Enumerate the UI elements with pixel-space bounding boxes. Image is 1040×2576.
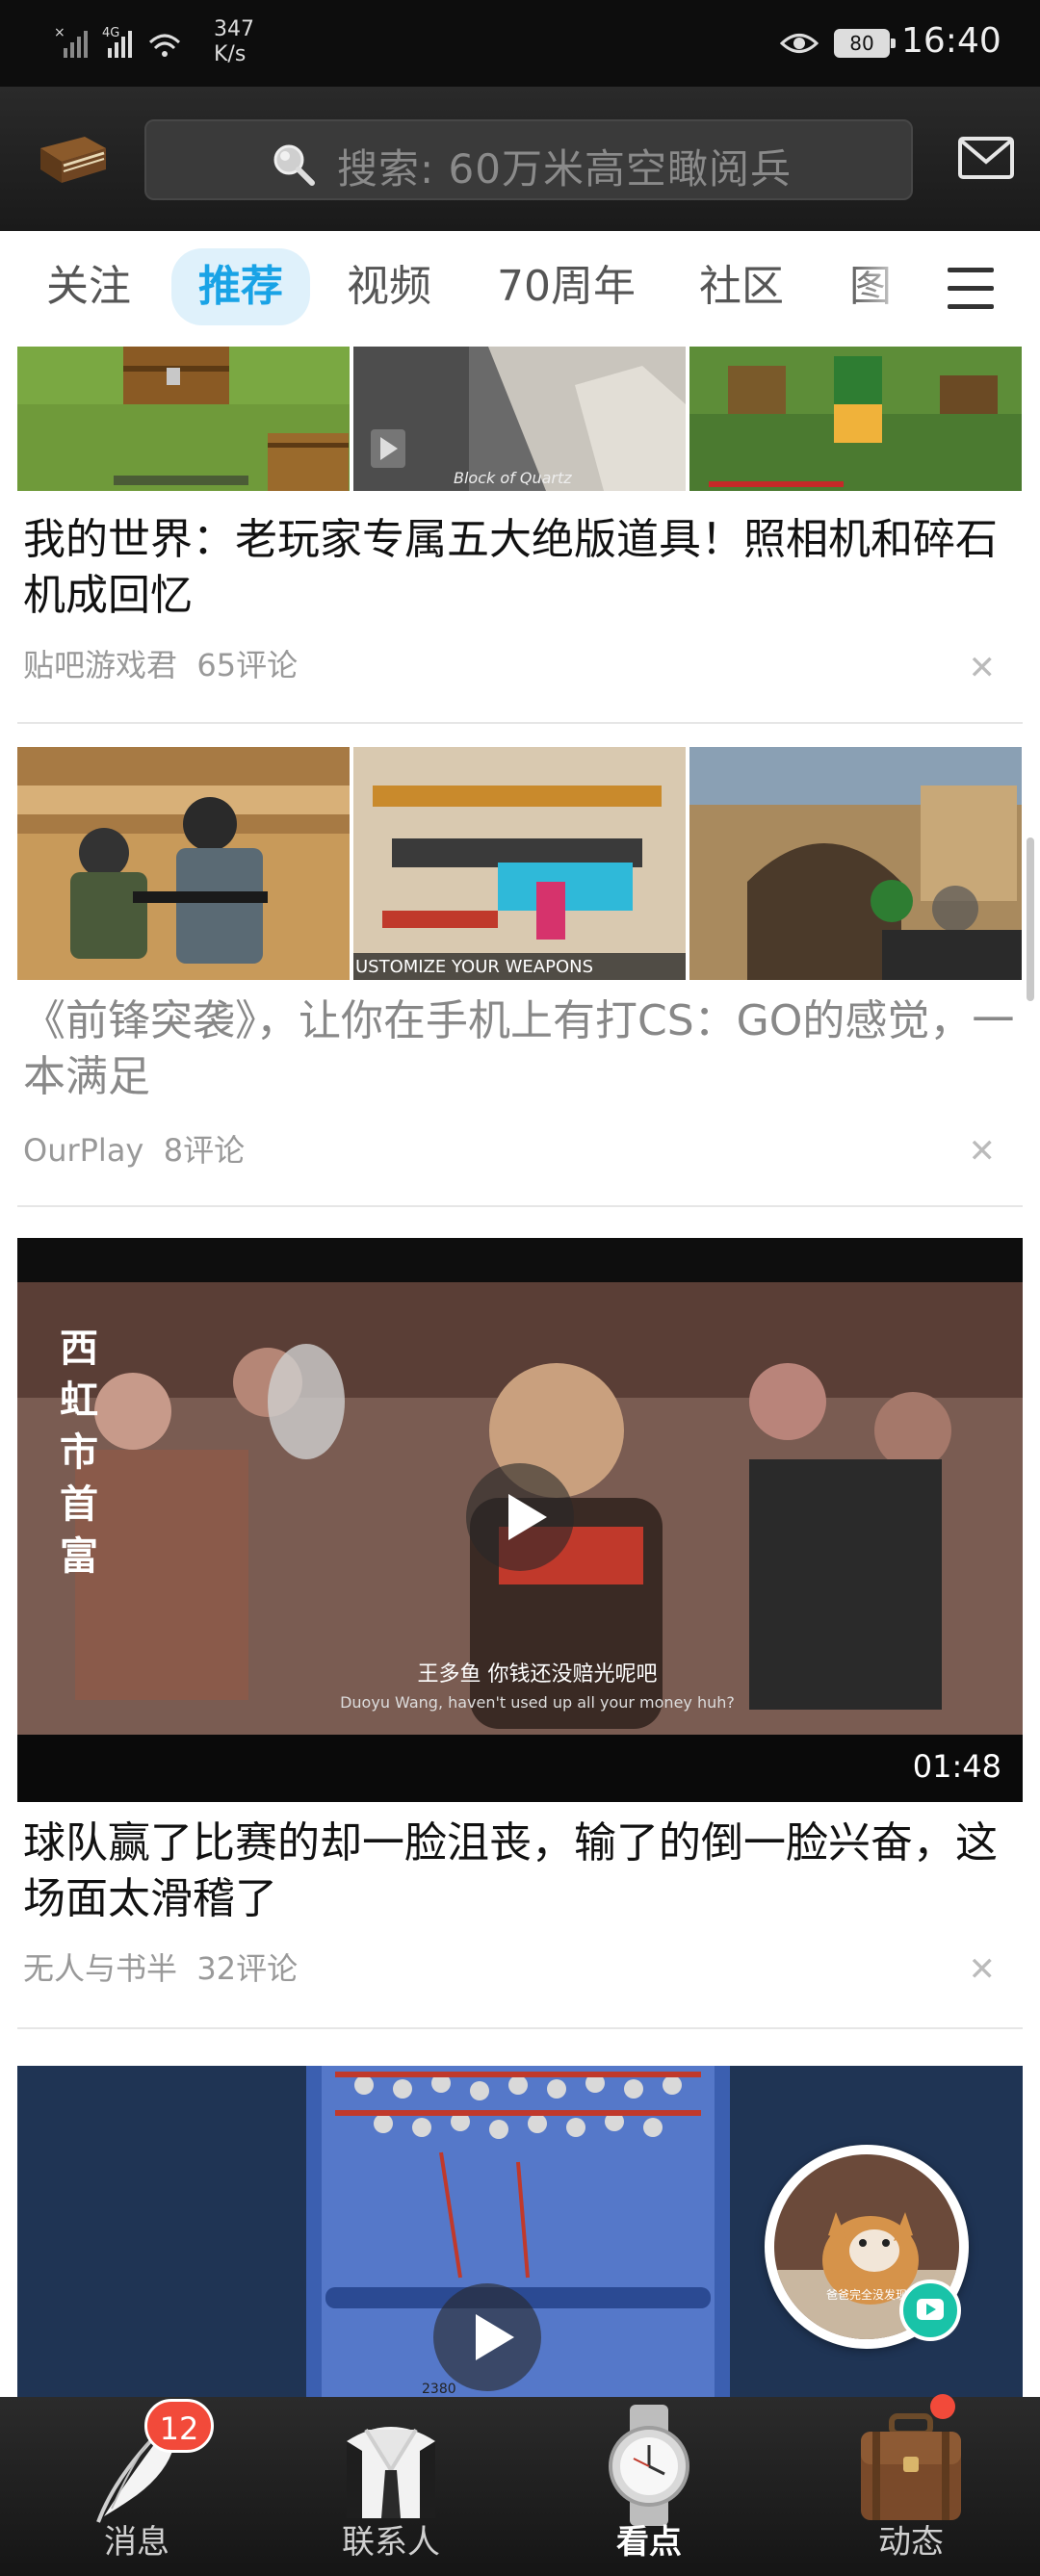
nav-contacts[interactable]: 联系人 — [295, 2397, 487, 2576]
divider — [17, 2027, 1023, 2029]
article-comments: 32评论 — [196, 1950, 299, 1987]
thumbnail-caption: USTOMIZE YOUR WEAPONS — [355, 957, 593, 977]
bottom-nav: 12 消息 联系人 看点 动态 — [0, 2397, 1040, 2576]
nav-messages[interactable]: 12 消息 — [40, 2397, 233, 2576]
play-icon[interactable] — [899, 2280, 961, 2341]
mail-icon[interactable] — [957, 135, 1015, 181]
article-source: 无人与书半 — [23, 1950, 178, 1987]
thumbnail-image: Block of Quartz — [353, 347, 686, 491]
article-meta: 无人与书半 32评论 — [23, 1945, 298, 1989]
play-icon — [508, 1494, 547, 1540]
thumbnail-row: Block of Quartz — [17, 347, 1022, 491]
briefcase-icon — [861, 2413, 961, 2520]
scrollbar[interactable] — [1027, 837, 1034, 1001]
nav-kandian[interactable]: 看点 — [553, 2397, 745, 2576]
shirt-collar-icon — [347, 2427, 435, 2518]
list-item[interactable]: Block of Quartz 我的世界：老玩家专属五大绝版道具！照相机和碎石机… — [17, 347, 1023, 724]
eye-comfort-icon — [780, 34, 819, 53]
nav-label: 消息 — [104, 2523, 169, 2562]
dismiss-icon[interactable]: ✕ — [969, 1132, 997, 1171]
article-title[interactable]: 《前锋突袭》，让你在手机上有打CS：GO的感觉，一本满足 — [23, 993, 1015, 1105]
article-meta: OurPlay 8评论 — [23, 1126, 245, 1171]
nav-label: 动态 — [878, 2523, 944, 2562]
play-button[interactable] — [466, 1463, 574, 1571]
unread-badge: 12 — [144, 2399, 214, 2453]
clock: 16:40 — [901, 21, 1001, 61]
video-vertical-text: 西虹市首富 — [60, 1327, 98, 1579]
list-item[interactable]: 王多鱼 你钱还没赔光呢吧 Duoyu Wang, haven't used up… — [17, 1238, 1023, 2066]
thumbnail-image — [17, 347, 350, 491]
tab-recommend[interactable]: 推荐 — [171, 248, 310, 325]
play-icon — [476, 2314, 514, 2360]
nav-label: 联系人 — [342, 2523, 440, 2562]
video-player[interactable]: 王多鱼 你钱还没赔光呢吧 Duoyu Wang, haven't used up… — [17, 1238, 1023, 1802]
video-duration: 01:48 — [912, 1748, 1001, 1785]
category-tabs: 关注 推荐 视频 70周年 社区 图 — [0, 231, 1040, 347]
video-subtitle: 王多鱼 你钱还没赔光呢吧 — [418, 1662, 658, 1687]
article-source: 贴吧游戏君 — [23, 647, 178, 683]
tab-overflow-fade — [847, 231, 915, 347]
thumbnail-image — [689, 747, 1022, 980]
tab-70th-anniversary[interactable]: 70周年 — [497, 258, 636, 316]
tab-community[interactable]: 社区 — [699, 258, 784, 316]
book-icon[interactable] — [35, 131, 110, 187]
notification-dot — [930, 2394, 955, 2419]
status-bar: × 4G 347 K/s 80 16:40 — [0, 0, 1040, 87]
search-placeholder: 搜索: 60万米高空瞰阅兵 — [337, 145, 792, 193]
search-bar[interactable]: 搜索: 60万米高空瞰阅兵 — [144, 119, 913, 200]
network-speed: 347 K/s — [214, 17, 254, 66]
news-feed[interactable]: Block of Quartz 我的世界：老玩家专属五大绝版道具！照相机和碎石机… — [0, 347, 1040, 2397]
article-comments: 8评论 — [163, 1132, 246, 1169]
article-comments: 65评论 — [196, 647, 299, 683]
top-bar: 搜索: 60万米高空瞰阅兵 — [0, 87, 1040, 231]
tab-follow[interactable]: 关注 — [46, 258, 131, 316]
thumbnail-image — [689, 347, 1022, 491]
tab-video[interactable]: 视频 — [347, 258, 431, 316]
article-title[interactable]: 球队赢了比赛的却一脸沮丧，输了的倒一脸兴奋，这场面太滑稽了 — [23, 1816, 1015, 1927]
battery-indicator: 80 — [834, 29, 896, 58]
floating-video-bubble[interactable]: 爸爸完全没发现 — [765, 2145, 969, 2349]
thumbnail-image: USTOMIZE YOUR WEAPONS — [353, 747, 686, 980]
nav-label: 看点 — [616, 2523, 682, 2562]
thumbnail-caption: Block of Quartz — [454, 469, 572, 487]
menu-icon[interactable] — [948, 268, 994, 309]
signal-icon: × 4G — [54, 25, 181, 58]
article-meta: 贴吧游戏君 65评论 — [23, 641, 298, 685]
floating-video-caption: 爸爸完全没发现 — [826, 2287, 907, 2302]
play-button[interactable] — [433, 2283, 541, 2391]
search-icon — [273, 144, 315, 186]
video-subtitle: Duoyu Wang, haven't used up all your mon… — [340, 1693, 735, 1712]
svg-text:4G: 4G — [102, 26, 119, 40]
divider — [17, 1205, 1023, 1207]
article-title[interactable]: 我的世界：老玩家专属五大绝版道具！照相机和碎石机成回忆 — [23, 512, 1015, 624]
nav-activity[interactable]: 动态 — [815, 2397, 1007, 2576]
svg-text:×: × — [54, 25, 65, 40]
divider — [17, 722, 1023, 724]
thumbnail-row: USTOMIZE YOUR WEAPONS — [17, 747, 1022, 980]
thumbnail-image — [17, 747, 350, 980]
article-source: OurPlay — [23, 1132, 144, 1169]
watch-icon — [609, 2405, 689, 2526]
dismiss-icon[interactable]: ✕ — [969, 649, 997, 687]
dismiss-icon[interactable]: ✕ — [969, 1950, 997, 1989]
